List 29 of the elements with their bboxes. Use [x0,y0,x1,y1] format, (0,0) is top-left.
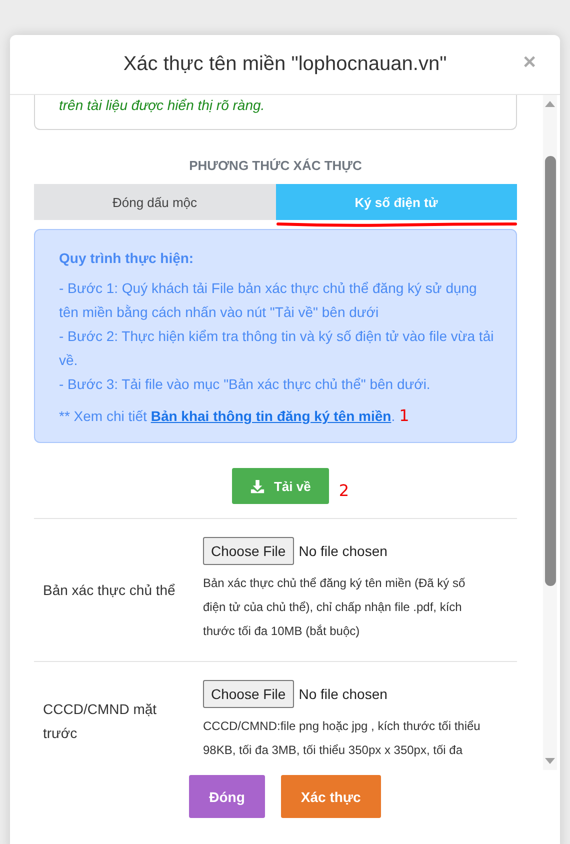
step-text: - Bước 2: Thực hiện kiểm tra thông tin và ký số điện tử vào file vừa tải về. [59,327,495,370]
dialog-title: Xác thực tên miền "lophocnauan.vn" [123,53,447,76]
detail-link[interactable]: Bản khai thông tin đăng ký tên miền [150,408,392,424]
info-title: Quy trình thực hiện: [59,249,195,268]
scroll-up-icon[interactable] [545,101,555,107]
footer-button[interactable]: Xác thực [280,775,381,818]
choose-file-button[interactable]: Choose File [203,537,294,565]
scrollbar-thumb[interactable] [544,156,556,586]
section-heading: PHƯƠNG THỨC XÁC THỰC [188,158,363,173]
choose-file-button[interactable]: Choose File [203,680,294,708]
detail-text: ** Xem chi tiết Bản khai thông tin đăng ký tên miền. [59,407,396,426]
notice-text: trên tài liệu được hiển thị rõ ràng. [59,97,265,113]
scroll-down-icon[interactable] [545,758,555,764]
footer-button[interactable]: Đóng [189,775,265,818]
field-label: Bản xác thực chủ thể [43,581,176,600]
file-status: No file chosen [298,686,388,702]
step-text: - Bước 3: Tải file vào mục "Bản xác thực chủ thể" bên dưới. [59,375,432,394]
field-hint: CCCD/CMND:file png hoặc jpg , kích thước tối thiểu 98KB, tối đa 3MB, tối thiểu 350px x 350px, tối đa [203,718,482,759]
download-button[interactable]: Tải về [232,468,329,504]
file-status: No file chosen [298,543,388,559]
annotation-number: 1 [399,405,410,427]
step-text: - Bước 1: Quý khách tải File bản xác thực chủ thể đăng ký sử dụng tên miền bằng cách nhấn vào nút "Tải về" bên dưới [59,279,478,322]
method-tab[interactable]: Đóng dấu mộc [34,184,276,220]
field-hint: Bản xác thực chủ thể đăng ký tên miền (Đã ký số điện tử của chủ thể), chỉ chấp nhận file .pdf, kích thước tối đa 10MB (bắt buộc) [203,575,466,640]
close-button[interactable]: × [523,51,536,73]
field-label: CCCD/CMND mặt trước [43,700,158,743]
annotation-number: 2 [338,480,350,500]
download-icon [250,478,265,494]
method-tab[interactable]: Ký số điện tử [276,184,517,220]
